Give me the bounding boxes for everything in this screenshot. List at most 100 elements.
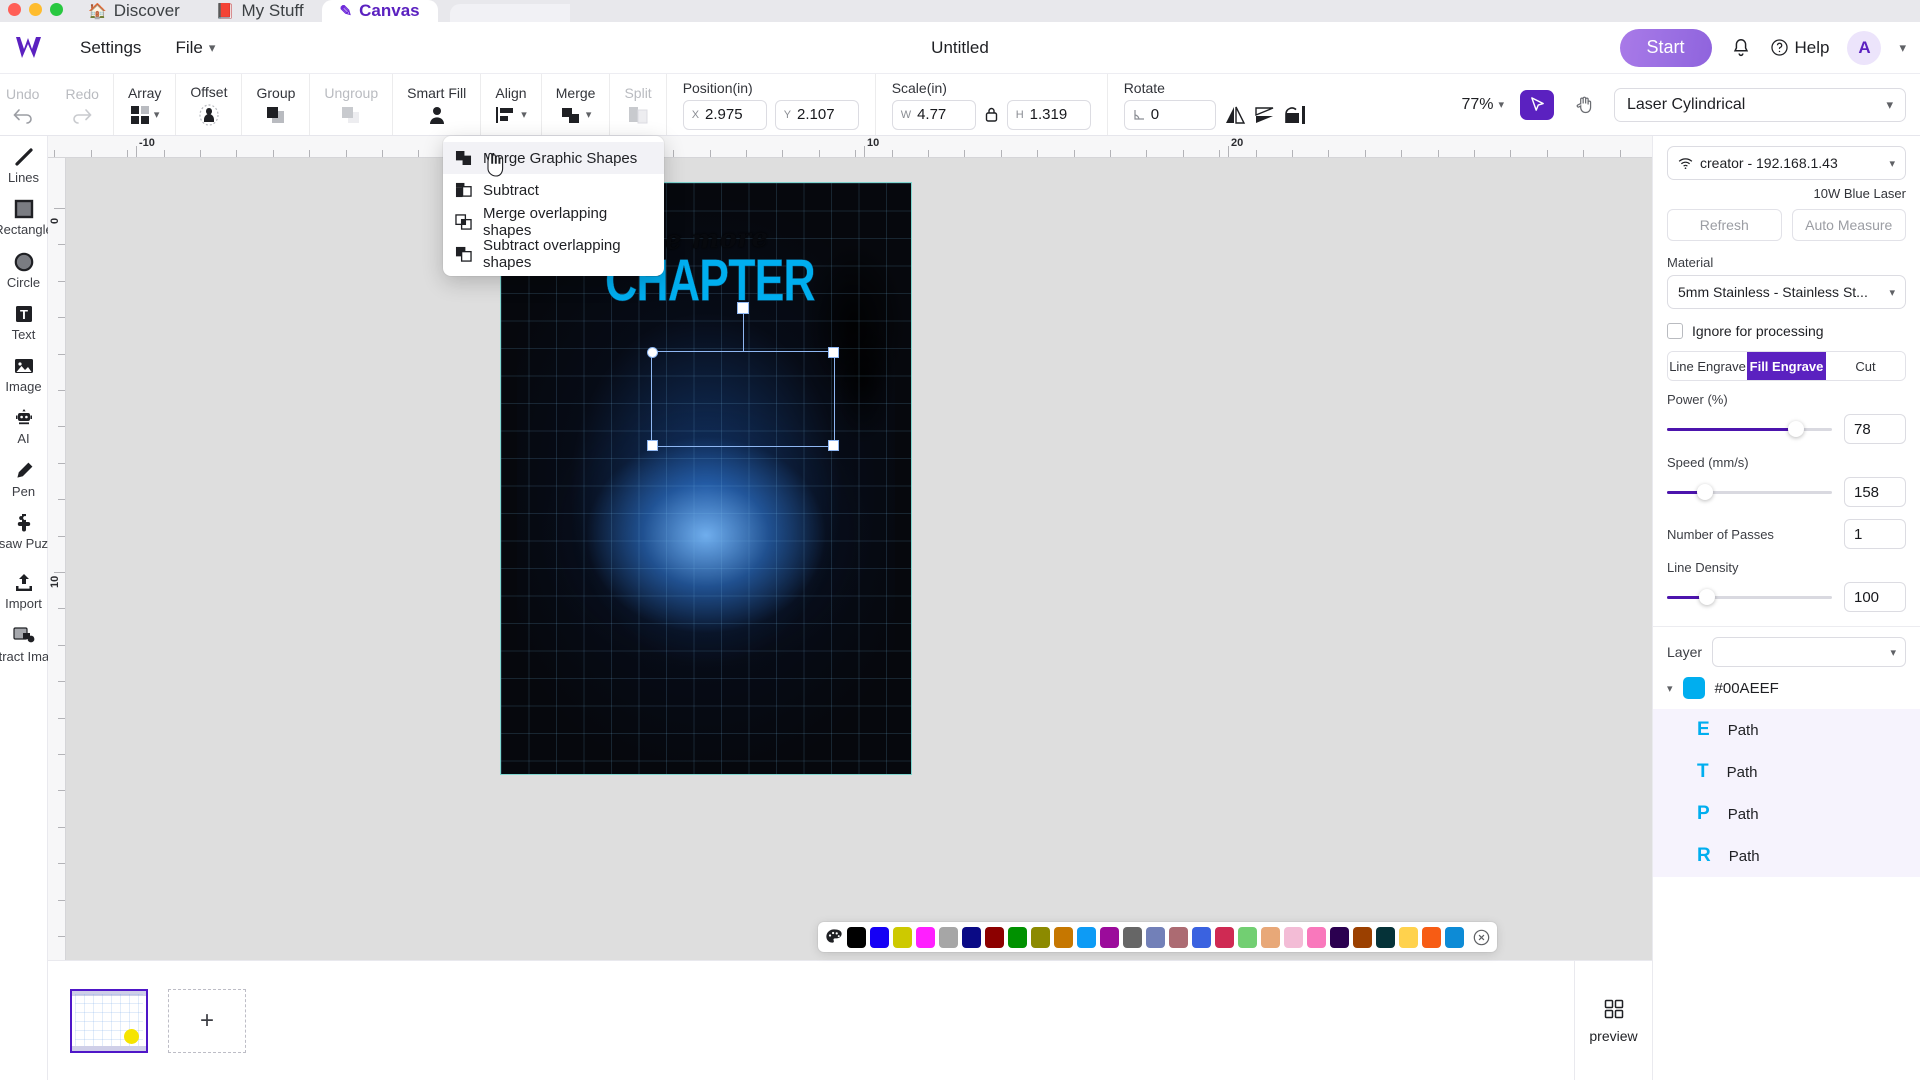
lock-aspect-ratio-icon[interactable] (984, 106, 999, 123)
palette-swatch[interactable] (1399, 926, 1418, 948)
chevron-down-icon[interactable]: ▾ (1667, 682, 1673, 695)
layer-selector[interactable]: ▾ (1712, 637, 1906, 667)
line-density-slider[interactable] (1667, 589, 1832, 605)
tool-import[interactable]: Import (0, 572, 48, 611)
maximize-window-button[interactable] (50, 3, 63, 16)
palette-swatch[interactable] (1054, 926, 1073, 948)
palette-swatch[interactable] (1261, 926, 1280, 948)
palette-swatch[interactable] (1422, 926, 1441, 948)
palette-swatch[interactable] (847, 926, 866, 948)
tab-fill-engrave[interactable]: Fill Engrave (1747, 352, 1826, 380)
merge-button[interactable]: ▾ (560, 105, 591, 125)
palette-swatch[interactable] (1307, 926, 1326, 948)
align-button[interactable]: ▾ (495, 105, 527, 125)
color-group-swatch[interactable] (1682, 677, 1705, 699)
layer-path-item[interactable]: P Path (1653, 793, 1920, 835)
palette-swatch[interactable] (1123, 926, 1142, 948)
palette-swatch[interactable] (962, 926, 981, 948)
menu-file[interactable]: File ▾ (175, 38, 215, 58)
slider-thumb[interactable] (1698, 589, 1715, 605)
palette-swatch[interactable] (1376, 926, 1395, 948)
color-palette-bar[interactable] (818, 922, 1497, 952)
browser-tab-canvas[interactable]: ✎ Canvas (321, 0, 438, 22)
brand-logo-icon[interactable] (12, 31, 46, 65)
palette-swatch[interactable] (916, 926, 935, 948)
page-thumbnail-1[interactable] (70, 988, 148, 1053)
scale-height-input[interactable]: H 1.319 (1006, 99, 1091, 130)
palette-swatch[interactable] (1031, 926, 1050, 948)
palette-swatch[interactable] (939, 926, 958, 948)
palette-icon[interactable] (825, 928, 843, 946)
preview-button[interactable]: preview (1574, 960, 1652, 1080)
palette-swatch[interactable] (1100, 926, 1119, 948)
menu-item-merge-graphic-shapes[interactable]: Merge Graphic Shapes (443, 142, 664, 174)
align-right-edge-icon[interactable] (1284, 105, 1306, 125)
palette-swatch[interactable] (893, 926, 912, 948)
device-selector[interactable]: creator - 192.168.1.43 ▾ (1667, 146, 1906, 180)
refresh-button[interactable]: Refresh (1667, 209, 1782, 241)
browser-tab-my-stuff[interactable]: 📕 My Stuff (197, 0, 322, 22)
tool-lines[interactable]: Lines (0, 146, 48, 185)
add-page-button[interactable]: + (168, 988, 246, 1053)
rotate-input[interactable]: 0 (1123, 99, 1216, 130)
account-chevron-down-icon[interactable]: ▾ (1899, 40, 1906, 56)
palette-swatch[interactable] (1330, 926, 1349, 948)
undo-button[interactable] (11, 106, 35, 124)
palette-swatch[interactable] (1146, 926, 1165, 948)
merge-dropdown-menu[interactable]: Merge Graphic Shapes Subtract Merge over… (443, 136, 664, 276)
tool-ai[interactable]: AI (0, 407, 48, 446)
slider-thumb[interactable] (1787, 421, 1804, 437)
menu-settings[interactable]: Settings (80, 38, 141, 58)
processing-mode-tabs[interactable]: Line Engrave Fill Engrave Cut (1667, 351, 1906, 381)
material-selector[interactable]: 5mm Stainless - Stainless St... ▾ (1667, 275, 1906, 309)
minimize-window-button[interactable] (29, 3, 42, 16)
layer-path-item[interactable]: E Path (1653, 709, 1920, 751)
flip-horizontal-icon[interactable] (1224, 105, 1246, 125)
power-input[interactable]: 78 (1844, 414, 1906, 444)
palette-swatch[interactable] (1169, 926, 1188, 948)
slider-thumb[interactable] (1696, 484, 1713, 500)
auto-measure-button[interactable]: Auto Measure (1791, 209, 1906, 241)
close-window-button[interactable] (8, 3, 21, 16)
palette-swatch[interactable] (1077, 926, 1096, 948)
palette-swatch[interactable] (1008, 926, 1027, 948)
tool-jigsaw-puzzle[interactable]: Jigsaw Puzzle (0, 512, 65, 551)
tool-circle[interactable]: Circle (0, 251, 48, 290)
speed-input[interactable]: 158 (1844, 477, 1906, 507)
offset-button[interactable] (199, 103, 219, 126)
palette-swatch[interactable] (1238, 926, 1257, 948)
split-button[interactable] (627, 105, 649, 125)
close-circle-icon[interactable] (1473, 929, 1490, 946)
avatar[interactable]: A (1847, 30, 1882, 65)
redo-button[interactable] (70, 106, 94, 124)
layer-path-item[interactable]: T Path (1653, 751, 1920, 793)
tool-image[interactable]: Image (0, 355, 48, 394)
position-y-input[interactable]: Y 2.107 (774, 99, 859, 130)
menu-item-subtract[interactable]: Subtract (443, 174, 664, 206)
position-x-input[interactable]: X 2.975 (682, 99, 767, 130)
tool-pen[interactable]: Pen (0, 460, 48, 499)
power-slider[interactable] (1667, 421, 1832, 437)
array-button[interactable]: ▾ (130, 105, 159, 125)
palette-swatch[interactable] (1192, 926, 1211, 948)
flip-vertical-icon[interactable] (1254, 105, 1276, 125)
browser-tab-discover[interactable]: 🏠 Discover (70, 0, 198, 22)
group-button[interactable] (265, 105, 287, 125)
menu-item-merge-overlapping-shapes[interactable]: Merge overlapping shapes (443, 205, 664, 239)
canvas-area[interactable]: -1001020 010 one more CHAPTER (48, 136, 1652, 960)
ignore-for-processing-checkbox[interactable] (1667, 323, 1683, 339)
palette-swatch[interactable] (1284, 926, 1303, 948)
ignore-for-processing-row[interactable]: Ignore for processing (1667, 323, 1906, 339)
tab-line-engrave[interactable]: Line Engrave (1668, 352, 1747, 380)
machine-selector[interactable]: Laser Cylindrical ▾ (1614, 87, 1906, 122)
tool-text[interactable]: T Text (0, 303, 48, 342)
speed-slider[interactable] (1667, 484, 1832, 500)
tool-extract-image[interactable]: Extract Image (0, 625, 64, 664)
notifications-bell-icon[interactable] (1730, 37, 1752, 59)
select-tool-button[interactable] (1520, 89, 1554, 120)
help-button[interactable]: Help (1770, 38, 1829, 58)
color-group-row[interactable]: ▾ #00AEEF (1653, 667, 1920, 709)
ungroup-button[interactable] (340, 105, 362, 125)
scale-width-input[interactable]: W 4.77 (891, 99, 976, 130)
line-density-input[interactable]: 100 (1844, 582, 1906, 612)
